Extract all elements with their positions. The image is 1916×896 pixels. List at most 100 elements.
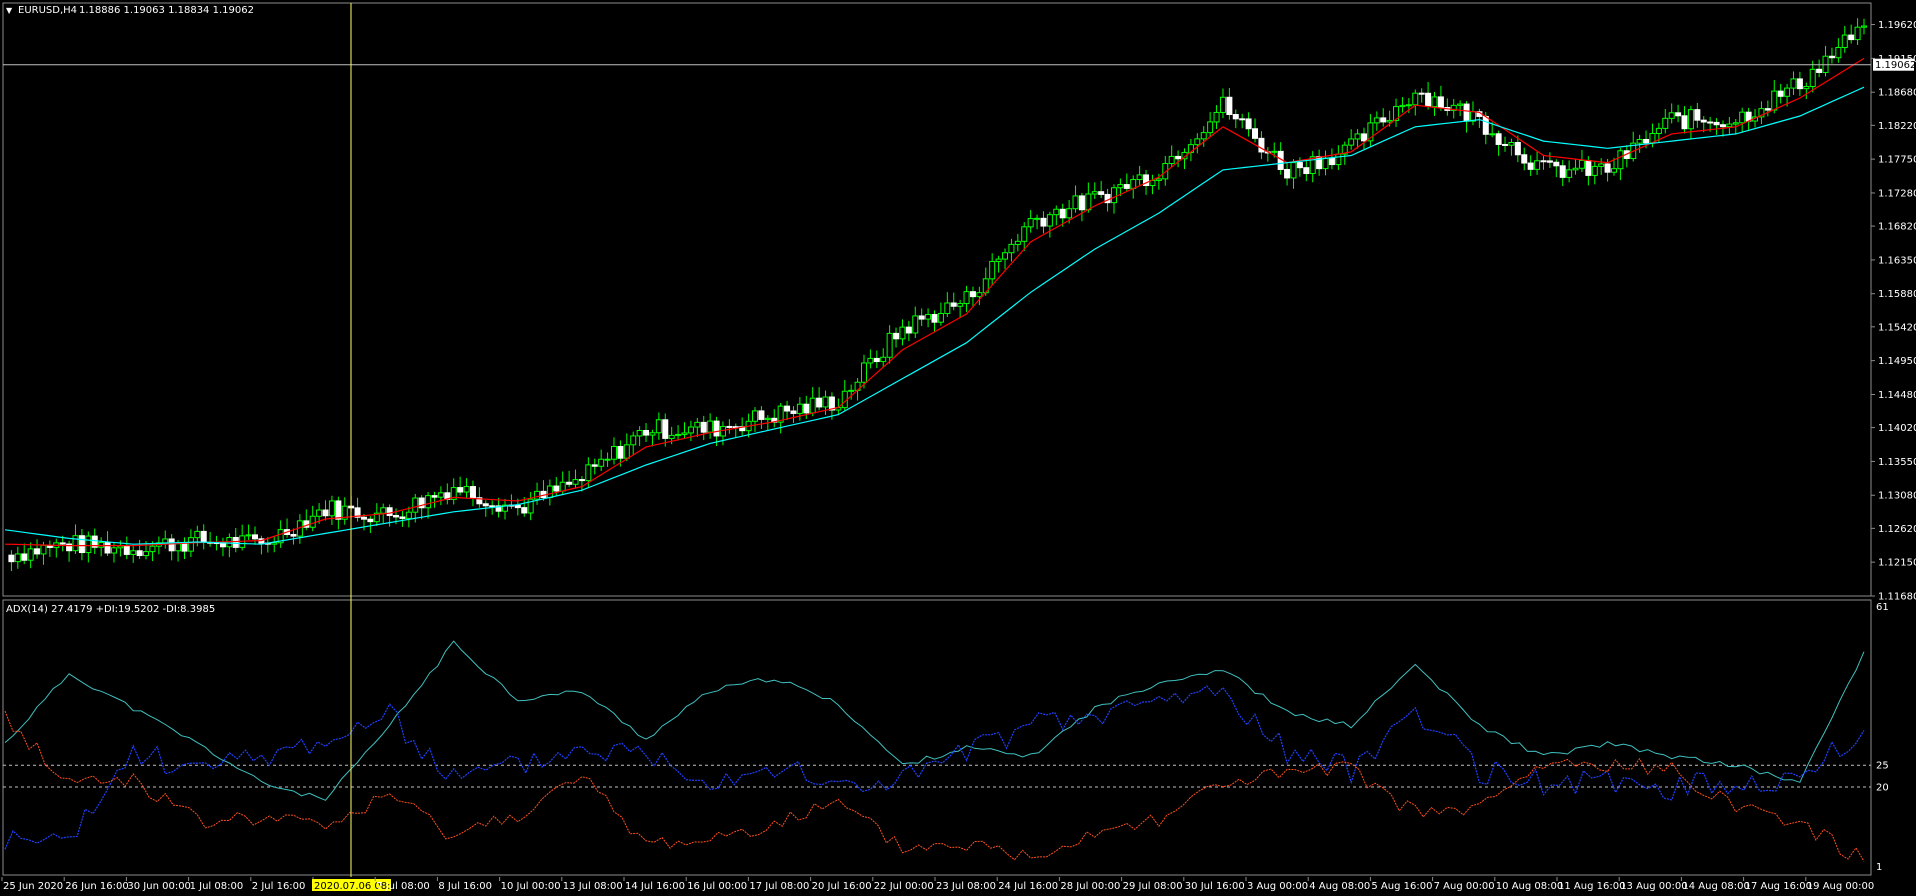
- price-axis-label: 1.14950: [1878, 356, 1916, 367]
- candle-body: [1835, 47, 1842, 59]
- candle-body: [796, 403, 803, 414]
- price-axis-label: 1.13080: [1878, 491, 1916, 502]
- candle-body: [553, 485, 560, 492]
- candle-body: [1386, 119, 1393, 123]
- candle-body: [893, 332, 900, 340]
- candle-body: [546, 485, 553, 499]
- price-axis-label: 1.12150: [1878, 558, 1916, 569]
- symbol-dropdown-icon[interactable]: ▼: [6, 6, 13, 15]
- candle-body: [707, 420, 714, 433]
- candle-body: [764, 417, 771, 420]
- candle-body: [822, 396, 829, 408]
- candle-body: [1610, 168, 1617, 173]
- candle-body: [687, 426, 694, 434]
- time-axis-label: 7 Jul 08:00: [376, 881, 430, 892]
- candle-body: [1053, 208, 1060, 216]
- candle-body: [1732, 122, 1739, 125]
- candle-body: [1040, 217, 1047, 227]
- candle-body: [1534, 160, 1541, 170]
- candle-body: [59, 542, 66, 545]
- candle-body: [610, 446, 617, 460]
- price-axis-label: 1.15880: [1878, 289, 1916, 300]
- candle-body: [1059, 208, 1066, 219]
- candle-body: [1726, 123, 1733, 128]
- candle-body: [860, 362, 867, 383]
- candle-body: [604, 458, 611, 461]
- candle-body: [1322, 157, 1329, 170]
- adx-indicator-label: ADX(14) 27.4179 +DI:19.5202 -DI:8.3985: [6, 604, 215, 615]
- candle-body: [1578, 160, 1585, 169]
- candle-body: [136, 550, 143, 557]
- candle-body: [925, 314, 932, 320]
- time-axis-label: 8 Jul 16:00: [438, 881, 492, 892]
- time-axis-label: 14 Jul 16:00: [625, 881, 685, 892]
- time-axis-label: 14 Aug 08:00: [1682, 881, 1749, 892]
- candle-body: [1232, 114, 1239, 120]
- candle-body: [1828, 55, 1835, 59]
- adx-scale-bottom: 1: [1876, 862, 1882, 873]
- candle-body: [130, 550, 137, 555]
- time-axis-label: 16 Jul 00:00: [687, 881, 747, 892]
- candle-body: [143, 551, 150, 557]
- candle-body: [636, 430, 643, 437]
- candle-body: [1091, 191, 1098, 195]
- time-axis-label: 17 Jul 08:00: [749, 881, 809, 892]
- candle-body: [1271, 150, 1278, 153]
- candle-body: [425, 495, 432, 509]
- candle-body: [40, 544, 47, 555]
- candle-body: [514, 504, 521, 509]
- candle-body: [1617, 150, 1624, 170]
- candle-body: [85, 535, 92, 554]
- candle-body: [899, 326, 906, 340]
- candle-body: [98, 542, 105, 548]
- candle-body: [1290, 162, 1297, 179]
- time-axis-label: 22 Jul 00:00: [874, 881, 934, 892]
- candle-body: [1399, 104, 1406, 108]
- candle-body: [1226, 96, 1233, 116]
- candle-body: [591, 464, 598, 467]
- candle-body: [309, 515, 316, 528]
- candle-body: [809, 397, 816, 414]
- candle-body: [21, 553, 28, 561]
- candle-body: [1514, 142, 1521, 156]
- candle-body: [437, 492, 444, 498]
- candle-body: [1495, 133, 1502, 145]
- candle-body: [649, 432, 656, 436]
- candle-body: [912, 315, 919, 334]
- candle-body: [1213, 111, 1220, 123]
- candle-body: [149, 545, 156, 553]
- candle-body: [694, 421, 701, 428]
- candle-body: [1072, 195, 1079, 210]
- candle-body: [752, 410, 759, 422]
- candle-body: [386, 507, 393, 517]
- candle-body: [1809, 68, 1816, 88]
- candle-body: [675, 433, 682, 436]
- candle-body: [1604, 163, 1611, 173]
- time-axis-label: 20 Jul 16:00: [812, 881, 872, 892]
- candle-body: [1841, 34, 1848, 49]
- chart-background: [0, 0, 1916, 896]
- candle-body: [1296, 162, 1303, 169]
- candle-body: [1713, 121, 1720, 126]
- candle-body: [175, 543, 182, 552]
- candle-body: [681, 432, 688, 435]
- mt4-chart-window[interactable]: 1.196201.191501.186801.182201.177501.172…: [0, 0, 1916, 896]
- candle-body: [1764, 108, 1771, 111]
- candle-body: [335, 500, 342, 520]
- candle-body: [1175, 155, 1182, 160]
- adx-scale-20: 20: [1876, 783, 1889, 794]
- candle-body: [1136, 174, 1143, 181]
- price-axis-label: 1.11680: [1878, 592, 1916, 603]
- candle-body: [1380, 117, 1387, 123]
- candle-body: [848, 389, 855, 392]
- candle-body: [1354, 133, 1361, 140]
- candle-body: [1803, 86, 1810, 90]
- time-axis-label: 4 Aug 08:00: [1309, 881, 1370, 892]
- candle-body: [1585, 160, 1592, 176]
- candle-body: [963, 291, 970, 305]
- candle-body: [72, 535, 79, 552]
- time-axis-label: 26 Jun 16:00: [65, 881, 129, 892]
- time-axis-label: 5 Aug 16:00: [1371, 881, 1432, 892]
- candle-body: [1662, 117, 1669, 129]
- candle-body: [918, 315, 925, 320]
